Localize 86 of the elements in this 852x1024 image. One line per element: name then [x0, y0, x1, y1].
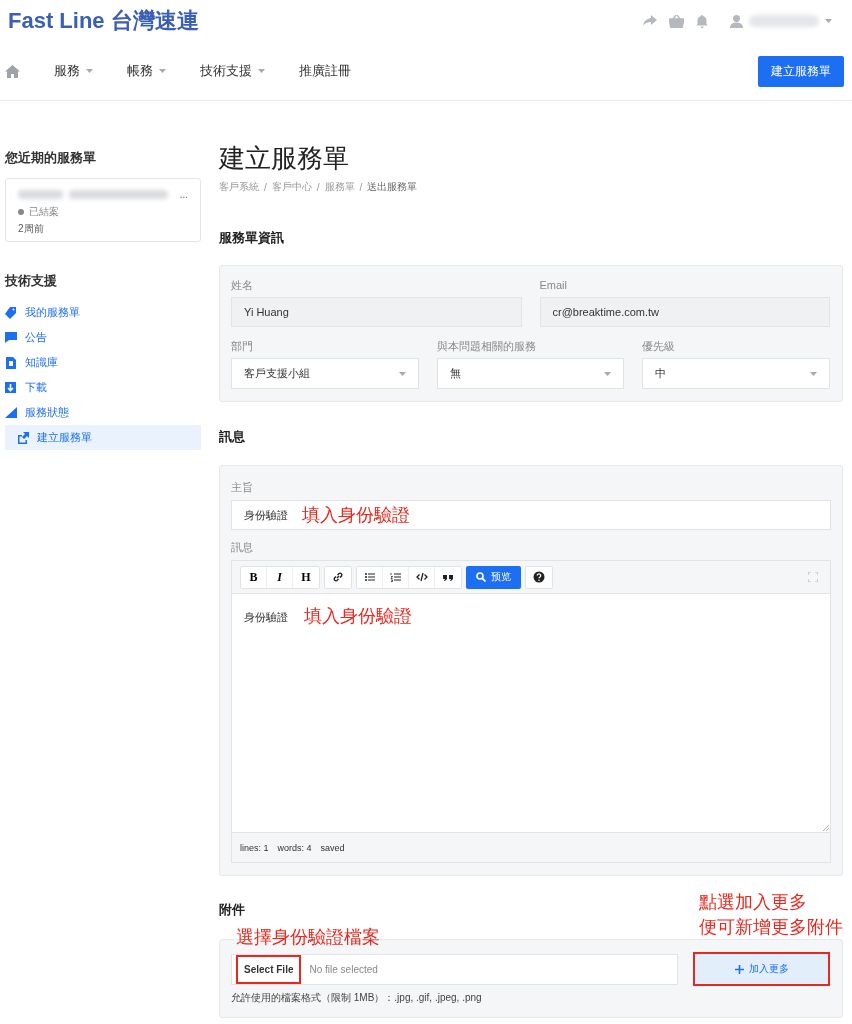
file-placeholder: No file selected [309, 963, 378, 975]
select-field[interactable]: 客戶支援小組 [231, 358, 419, 389]
status-dot [18, 209, 24, 215]
resize-grip-icon[interactable] [823, 825, 829, 831]
nav-menu-item[interactable]: 帳務 [127, 62, 166, 80]
subject-field[interactable]: 身份驗證 填入身份驗證 [231, 500, 831, 530]
download-icon [5, 381, 17, 394]
annotation-text: 填入身份驗證 [302, 504, 410, 527]
code-icon [415, 571, 428, 583]
editor-status-text: saved [320, 842, 345, 853]
caret-icon [398, 371, 406, 376]
section-heading: 訊息 [219, 428, 246, 446]
page-title: 建立服務單 [219, 142, 350, 175]
caret-icon[interactable] [825, 19, 832, 23]
redacted-text [18, 190, 64, 199]
add-more-button[interactable]: 加入更多 [693, 952, 830, 986]
document-icon [5, 356, 17, 369]
sidebar-item[interactable]: 公告 [5, 325, 201, 350]
external-link-icon [17, 431, 29, 444]
site-logo: Fast Line 台灣速連 [8, 7, 199, 35]
breadcrumb-separator: / [359, 181, 363, 193]
sidebar-item[interactable]: 服務狀態 [5, 400, 201, 425]
breadcrumb-current: 送出服務單 [367, 180, 418, 194]
more-text: ... [179, 189, 188, 200]
select-field[interactable]: 無 [436, 358, 625, 389]
link-button[interactable] [325, 566, 351, 588]
editor-status-text: lines: 1 [240, 842, 269, 853]
nav-menu-item[interactable]: 技術支援 [200, 62, 265, 80]
breadcrumb-separator: / [264, 181, 267, 193]
field-label: 部門 [231, 339, 254, 353]
annotation-text: 便可新增更多附件 [699, 916, 843, 939]
field-label: 姓名 [231, 278, 254, 292]
nav-menu-item[interactable]: 推廣註冊 [299, 62, 351, 80]
signal-icon [5, 406, 17, 419]
file-format-hint: 允許使用的檔案格式（限制 1MB）：.jpg, .gif, .jpeg, .png [231, 991, 483, 1005]
sidebar-item[interactable]: 知識庫 [5, 350, 201, 375]
field-label: 與本問題相關的服務 [436, 339, 537, 353]
editor-status-text: words: 4 [277, 842, 312, 853]
select-file-button[interactable]: Select File [236, 954, 302, 984]
sidebar-item[interactable]: 下載 [5, 375, 201, 400]
share-icon[interactable] [643, 15, 657, 27]
annotation-text: 填入身份驗證 [304, 605, 412, 628]
comment-icon [5, 331, 17, 344]
bold-button[interactable]: B [241, 566, 267, 588]
numbered-list-icon [389, 571, 402, 583]
section-heading: 您近期的服務單 [5, 149, 97, 167]
section-heading: 技術支援 [5, 272, 58, 290]
recent-ticket-card[interactable]: ... 已結案 2周前 [5, 178, 201, 242]
bell-icon[interactable] [696, 14, 708, 28]
help-icon [533, 571, 545, 583]
search-icon [476, 572, 486, 582]
redacted-username [749, 15, 819, 27]
link-icon [332, 571, 344, 583]
fullscreen-icon[interactable] [808, 572, 818, 582]
sidebar-item[interactable]: 我的服務單 [5, 300, 201, 325]
annotation-text: 點選加入更多 [699, 891, 808, 914]
breadcrumb-separator: / [316, 181, 320, 193]
preview-button[interactable]: 预览 [466, 565, 521, 589]
user-icon[interactable] [730, 14, 743, 28]
input-field[interactable]: cr@breaktime.com.tw [539, 297, 830, 327]
annotation-text: 選擇身份驗證檔案 [236, 926, 380, 948]
caret-icon [604, 371, 612, 376]
caret-icon [810, 371, 817, 376]
home-icon[interactable] [5, 64, 20, 78]
editor-text: 身份驗證 [244, 610, 288, 625]
field-label: 主旨 [231, 480, 254, 494]
ticket-status: 已結案 [29, 205, 59, 219]
field-label: 訊息 [231, 540, 254, 554]
ticket-time: 2周前 [18, 222, 45, 236]
editor-text-area[interactable]: 身份驗證 填入身份驗證 [232, 594, 830, 832]
create-ticket-button[interactable]: 建立服務單 [758, 55, 844, 87]
bullet-list-icon [363, 571, 376, 583]
field-label: Email [539, 278, 568, 292]
tag-icon [5, 306, 17, 319]
plus-icon [734, 964, 744, 974]
file-input-field[interactable]: Select File No file selected [231, 953, 678, 985]
select-field[interactable]: 中 [642, 358, 830, 389]
basket-icon[interactable] [669, 14, 684, 28]
input-field[interactable]: Yi Huang [231, 297, 522, 327]
nav-menu-item[interactable]: 服務 [54, 62, 93, 80]
field-label: 優先級 [642, 339, 677, 353]
help-button[interactable] [526, 566, 552, 588]
section-heading: 服務單資訊 [219, 229, 285, 247]
section-heading: 附件 [219, 901, 245, 919]
sidebar-item[interactable]: 建立服務單 [5, 425, 201, 450]
bullet-list-button[interactable] [357, 566, 383, 588]
